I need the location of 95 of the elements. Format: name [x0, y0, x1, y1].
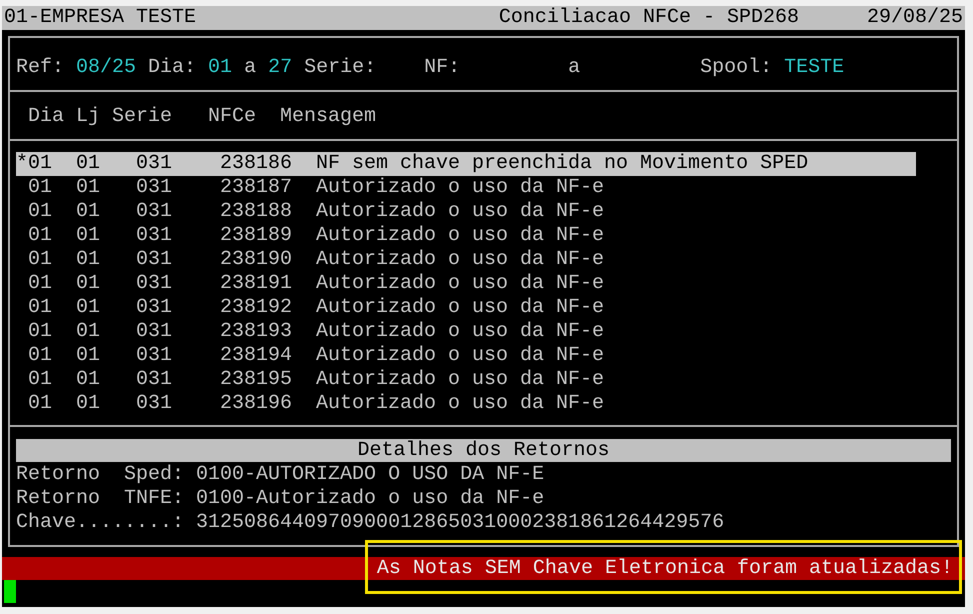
table-cell: Autorizado o uso da NF-e [316, 296, 604, 320]
table-cell: 238194 [220, 344, 292, 368]
screen-title: Conciliacao NFCe - SPD268 [498, 6, 799, 30]
column-header: Serie [112, 105, 174, 129]
selected-row[interactable]: *01 01 031 238186 NF sem chave preenchida no Movimento SPED [16, 152, 916, 176]
row-marker: * [16, 152, 28, 176]
table-cell: 238190 [220, 248, 292, 272]
table-row[interactable]: 01 01 031 238194 Autorizado o uso da NF-e [16, 344, 916, 368]
table-cell-text: 01 [28, 248, 54, 272]
status-message: As Notas SEM Chave Eletronica foram atualizadas! [376, 557, 953, 580]
field-value: 08/25 [76, 56, 136, 80]
range-separator: a [244, 56, 256, 80]
table-cell-text: 031 [136, 344, 174, 368]
table-cell: Autorizado o uso da NF-e [316, 392, 604, 416]
field-label: Dia: [148, 56, 196, 80]
table-cell-text: 01 [28, 344, 54, 368]
table-row[interactable]: 01 01 031 238189 Autorizado o uso da NF-e [16, 224, 916, 248]
table-row[interactable]: 01 01 031 238193 Autorizado o uso da NF-e [16, 320, 916, 344]
section-header: Detalhes dos Retornos [16, 439, 951, 462]
table-cell-text: 01 [76, 392, 102, 416]
detail-value: 0100-AUTORIZADO O USO DA NF-E [196, 463, 544, 487]
field-label: Ref: [16, 56, 64, 80]
table-cell-text: 01 [28, 224, 54, 248]
table-row[interactable]: 01 01 031 238195 Autorizado o uso da NF-e [16, 368, 916, 392]
table-cell: Autorizado o uso da NF-e [316, 224, 604, 248]
table-cell-text: 031 [136, 272, 174, 296]
table-cell: Autorizado o uso da NF-e [316, 344, 604, 368]
table-cell: Autorizado o uso da NF-e [316, 200, 604, 224]
table-cell-text: 01 [28, 272, 54, 296]
field-label: Spool: [700, 56, 772, 80]
table-cell-text: 01 [28, 296, 54, 320]
detail-label: Retorno TNFE: [16, 487, 184, 511]
table-cell-text: 01 [76, 320, 102, 344]
table-cell-text: 031 [136, 248, 174, 272]
table-row[interactable]: 01 01 031 238187 Autorizado o uso da NF-e [16, 176, 916, 200]
company-name: 01-EMPRESA TESTE [4, 6, 198, 30]
table-cell: Autorizado o uso da NF-e [316, 176, 604, 200]
table-row[interactable]: 01 01 031 238190 Autorizado o uso da NF-e [16, 248, 916, 272]
table-cell-text: 01 [76, 176, 102, 200]
table-cell-text: 031 [136, 320, 174, 344]
table-cell-text: 01 [28, 176, 54, 200]
column-header: Lj [76, 105, 102, 129]
table-cell: 238191 [220, 272, 292, 296]
table-cell-text: 01 [76, 152, 102, 176]
column-header: Mensagem [280, 105, 376, 129]
table-cell-text: 031 [136, 176, 174, 200]
table-cell: 238196 [220, 392, 292, 416]
table-cell: 238187 [220, 176, 292, 200]
detail-value: 31250864409709000128650310002381861264429576 [196, 511, 724, 535]
field-value: TESTE [784, 56, 844, 80]
table-cell-text: 01 [28, 368, 54, 392]
table-cell-text: 01 [28, 392, 54, 416]
table-cell-text: 01 [76, 248, 102, 272]
table-cell-text: 01 [76, 224, 102, 248]
table-cell: 238188 [220, 200, 292, 224]
table-cell-text: 031 [136, 392, 174, 416]
detail-label: Chave........: [16, 511, 184, 535]
table-cell-text: 031 [136, 152, 174, 176]
column-header: NFCe [208, 105, 256, 129]
table-cell-text: 01 [28, 320, 54, 344]
detail-value: 0100-Autorizado o uso da NF-e [196, 487, 544, 511]
field-label: NF: [424, 56, 460, 80]
table-cell-text: 031 [136, 296, 174, 320]
table-cell: Autorizado o uso da NF-e [316, 320, 604, 344]
table-row[interactable]: 01 01 031 238191 Autorizado o uso da NF-e [16, 272, 916, 296]
table-cell: Autorizado o uso da NF-e [316, 272, 604, 296]
table-cell-text: 031 [136, 368, 174, 392]
detail-label: Retorno Sped: [16, 463, 184, 487]
table-cell: Autorizado o uso da NF-e [316, 248, 604, 272]
table-cell-text: 031 [136, 224, 174, 248]
table-cell-text: 01 [28, 152, 54, 176]
table-row[interactable]: 01 01 031 238188 Autorizado o uso da NF-e [16, 200, 916, 224]
table-cell-text: 01 [28, 200, 54, 224]
table-cell: 238192 [220, 296, 292, 320]
table-cell: Autorizado o uso da NF-e [316, 368, 604, 392]
field-value: 27 [268, 56, 292, 80]
table-cell-text: 01 [76, 344, 102, 368]
date-text: 29/08/25 [866, 6, 963, 30]
column-header: Dia [28, 105, 66, 129]
table-cell-text: 031 [136, 200, 174, 224]
table-cell-text: 01 [76, 296, 102, 320]
table-row[interactable]: 01 01 031 238192 Autorizado o uso da NF-e [16, 296, 916, 320]
table-cell: 238195 [220, 368, 292, 392]
text-cursor [4, 580, 16, 603]
table-cell-text: 01 [76, 200, 102, 224]
table-cell: 238186 [220, 152, 292, 176]
field-label: Serie: [304, 56, 376, 80]
table-cell: NF sem chave preenchida no Movimento SPED [316, 152, 808, 176]
field-value: 01 [208, 56, 232, 80]
table-cell: 238189 [220, 224, 292, 248]
table-cell: 238193 [220, 320, 292, 344]
range-separator: a [568, 56, 580, 80]
table-row[interactable]: 01 01 031 238196 Autorizado o uso da NF-e [16, 392, 916, 416]
table-cell-text: 01 [76, 368, 102, 392]
table-cell-text: 01 [76, 272, 102, 296]
